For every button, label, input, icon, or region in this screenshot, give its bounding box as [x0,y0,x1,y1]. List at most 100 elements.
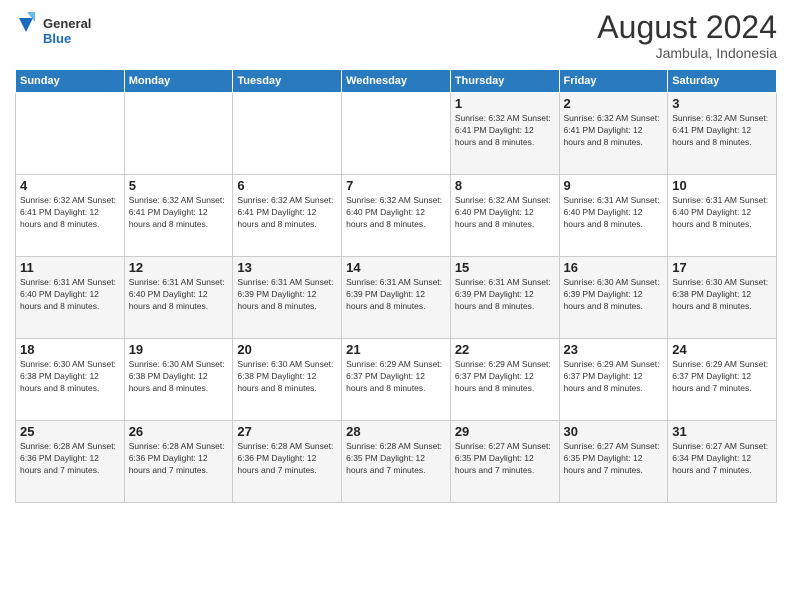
month-year: August 2024 [597,10,777,45]
day-info: Sunrise: 6:32 AM Sunset: 6:40 PM Dayligh… [346,195,446,231]
calendar-cell: 15Sunrise: 6:31 AM Sunset: 6:39 PM Dayli… [450,257,559,339]
calendar-cell: 14 Sunrise: 6:31 AM Sunset: 6:39 PM Dayli… [342,257,451,339]
day-info: Sunrise: 6:32 AM Sunset: 6:41 PM Dayligh… [455,113,555,149]
calendar-cell: 8Sunrise: 6:32 AM Sunset: 6:40 PM Daylig… [450,175,559,257]
day-number: 24 [672,342,772,357]
week-row-5: 25 Sunrise: 6:28 AM Sunset: 6:36 PM Dayli… [16,421,777,503]
day-number: 6 [237,178,337,193]
calendar-cell: 27 Sunrise: 6:28 AM Sunset: 6:36 PM Dayli… [233,421,342,503]
calendar-cell [124,93,233,175]
day-number: 4 [20,178,120,193]
day-info: Sunrise: 6:30 AM Sunset: 6:38 PM Dayligh… [237,359,337,395]
calendar-cell: 11 Sunrise: 6:31 AM Sunset: 6:40 PM Dayli… [16,257,125,339]
day-number: 13 [237,260,337,275]
day-info: Sunrise: 6:32 AM Sunset: 6:40 PM Dayligh… [455,195,555,231]
day-number: 26 [129,424,229,439]
day-info: Sunrise: 6:29 AM Sunset: 6:37 PM Dayligh… [346,359,446,395]
week-row-1: 1 Sunrise: 6:32 AM Sunset: 6:41 PM Daylig… [16,93,777,175]
calendar-cell: 2 Sunrise: 6:32 AM Sunset: 6:41 PM Daylig… [559,93,668,175]
day-info: Sunrise: 6:30 AM Sunset: 6:39 PM Dayligh… [564,277,664,313]
calendar-header-row: Sunday Monday Tuesday Wednesday Thursday… [16,70,777,93]
day-number: 12 [129,260,229,275]
title-block: August 2024 Jambula, Indonesia [597,10,777,61]
day-number: 18 [20,342,120,357]
day-number: 21 [346,342,446,357]
col-sunday: Sunday [16,70,125,93]
day-info: Sunrise: 6:28 AM Sunset: 6:35 PM Dayligh… [346,441,446,477]
day-number: 30 [564,424,664,439]
day-info: Sunrise: 6:29 AM Sunset: 6:37 PM Dayligh… [672,359,772,395]
day-info: Sunrise: 6:27 AM Sunset: 6:34 PM Dayligh… [672,441,772,477]
calendar-cell: 21 Sunrise: 6:29 AM Sunset: 6:37 PM Dayli… [342,339,451,421]
day-number: 31 [672,424,772,439]
calendar-cell: 30Sunrise: 6:27 AM Sunset: 6:35 PM Dayli… [559,421,668,503]
col-thursday: Thursday [450,70,559,93]
day-info: Sunrise: 6:29 AM Sunset: 6:37 PM Dayligh… [455,359,555,395]
calendar-cell: 1 Sunrise: 6:32 AM Sunset: 6:41 PM Daylig… [450,93,559,175]
day-info: Sunrise: 6:31 AM Sunset: 6:40 PM Dayligh… [20,277,120,313]
day-number: 11 [20,260,120,275]
calendar-cell: 7Sunrise: 6:32 AM Sunset: 6:40 PM Daylig… [342,175,451,257]
day-info: Sunrise: 6:32 AM Sunset: 6:41 PM Dayligh… [564,113,664,149]
day-number: 23 [564,342,664,357]
day-info: Sunrise: 6:32 AM Sunset: 6:41 PM Dayligh… [672,113,772,149]
day-info: Sunrise: 6:32 AM Sunset: 6:41 PM Dayligh… [237,195,337,231]
week-row-2: 4 Sunrise: 6:32 AM Sunset: 6:41 PM Daylig… [16,175,777,257]
calendar-body: 1 Sunrise: 6:32 AM Sunset: 6:41 PM Daylig… [16,93,777,503]
day-number: 25 [20,424,120,439]
calendar-cell: 28Sunrise: 6:28 AM Sunset: 6:35 PM Dayli… [342,421,451,503]
page-header: General Blue August 2024 Jambula, Indone… [15,10,777,61]
calendar-cell: 18 Sunrise: 6:30 AM Sunset: 6:38 PM Dayli… [16,339,125,421]
calendar-cell: 3Sunrise: 6:32 AM Sunset: 6:41 PM Daylig… [668,93,777,175]
day-info: Sunrise: 6:30 AM Sunset: 6:38 PM Dayligh… [129,359,229,395]
day-number: 15 [455,260,555,275]
svg-text:General: General [43,16,91,31]
calendar-cell: 23Sunrise: 6:29 AM Sunset: 6:37 PM Dayli… [559,339,668,421]
week-row-3: 11 Sunrise: 6:31 AM Sunset: 6:40 PM Dayli… [16,257,777,339]
calendar-cell: 5Sunrise: 6:32 AM Sunset: 6:41 PM Daylig… [124,175,233,257]
day-number: 14 [346,260,446,275]
day-info: Sunrise: 6:32 AM Sunset: 6:41 PM Dayligh… [20,195,120,231]
calendar-table: Sunday Monday Tuesday Wednesday Thursday… [15,69,777,503]
calendar-cell: 12 Sunrise: 6:31 AM Sunset: 6:40 PM Dayli… [124,257,233,339]
day-info: Sunrise: 6:28 AM Sunset: 6:36 PM Dayligh… [129,441,229,477]
day-info: Sunrise: 6:27 AM Sunset: 6:35 PM Dayligh… [455,441,555,477]
day-info: Sunrise: 6:28 AM Sunset: 6:36 PM Dayligh… [237,441,337,477]
location: Jambula, Indonesia [597,45,777,61]
col-monday: Monday [124,70,233,93]
day-number: 5 [129,178,229,193]
day-info: Sunrise: 6:31 AM Sunset: 6:40 PM Dayligh… [129,277,229,313]
day-number: 19 [129,342,229,357]
day-info: Sunrise: 6:28 AM Sunset: 6:36 PM Dayligh… [20,441,120,477]
day-number: 16 [564,260,664,275]
col-friday: Friday [559,70,668,93]
calendar-cell: 19 Sunrise: 6:30 AM Sunset: 6:38 PM Dayli… [124,339,233,421]
day-info: Sunrise: 6:31 AM Sunset: 6:39 PM Dayligh… [346,277,446,313]
day-number: 22 [455,342,555,357]
calendar-cell: 26 Sunrise: 6:28 AM Sunset: 6:36 PM Dayli… [124,421,233,503]
calendar-cell: 13 Sunrise: 6:31 AM Sunset: 6:39 PM Dayli… [233,257,342,339]
calendar-cell: 10Sunrise: 6:31 AM Sunset: 6:40 PM Dayli… [668,175,777,257]
week-row-4: 18 Sunrise: 6:30 AM Sunset: 6:38 PM Dayli… [16,339,777,421]
calendar-cell: 4 Sunrise: 6:32 AM Sunset: 6:41 PM Daylig… [16,175,125,257]
calendar-cell: 29 Sunrise: 6:27 AM Sunset: 6:35 PM Dayli… [450,421,559,503]
day-info: Sunrise: 6:30 AM Sunset: 6:38 PM Dayligh… [20,359,120,395]
calendar-cell: 16 Sunrise: 6:30 AM Sunset: 6:39 PM Dayli… [559,257,668,339]
day-number: 20 [237,342,337,357]
day-number: 27 [237,424,337,439]
day-number: 29 [455,424,555,439]
day-number: 17 [672,260,772,275]
day-number: 2 [564,96,664,111]
day-info: Sunrise: 6:30 AM Sunset: 6:38 PM Dayligh… [672,277,772,313]
col-wednesday: Wednesday [342,70,451,93]
calendar-cell: 24 Sunrise: 6:29 AM Sunset: 6:37 PM Dayli… [668,339,777,421]
calendar-cell [233,93,342,175]
calendar-cell [342,93,451,175]
day-info: Sunrise: 6:31 AM Sunset: 6:39 PM Dayligh… [237,277,337,313]
calendar-cell: 9Sunrise: 6:31 AM Sunset: 6:40 PM Daylig… [559,175,668,257]
col-saturday: Saturday [668,70,777,93]
day-number: 1 [455,96,555,111]
logo: General Blue [15,10,105,50]
day-info: Sunrise: 6:31 AM Sunset: 6:40 PM Dayligh… [672,195,772,231]
day-number: 9 [564,178,664,193]
